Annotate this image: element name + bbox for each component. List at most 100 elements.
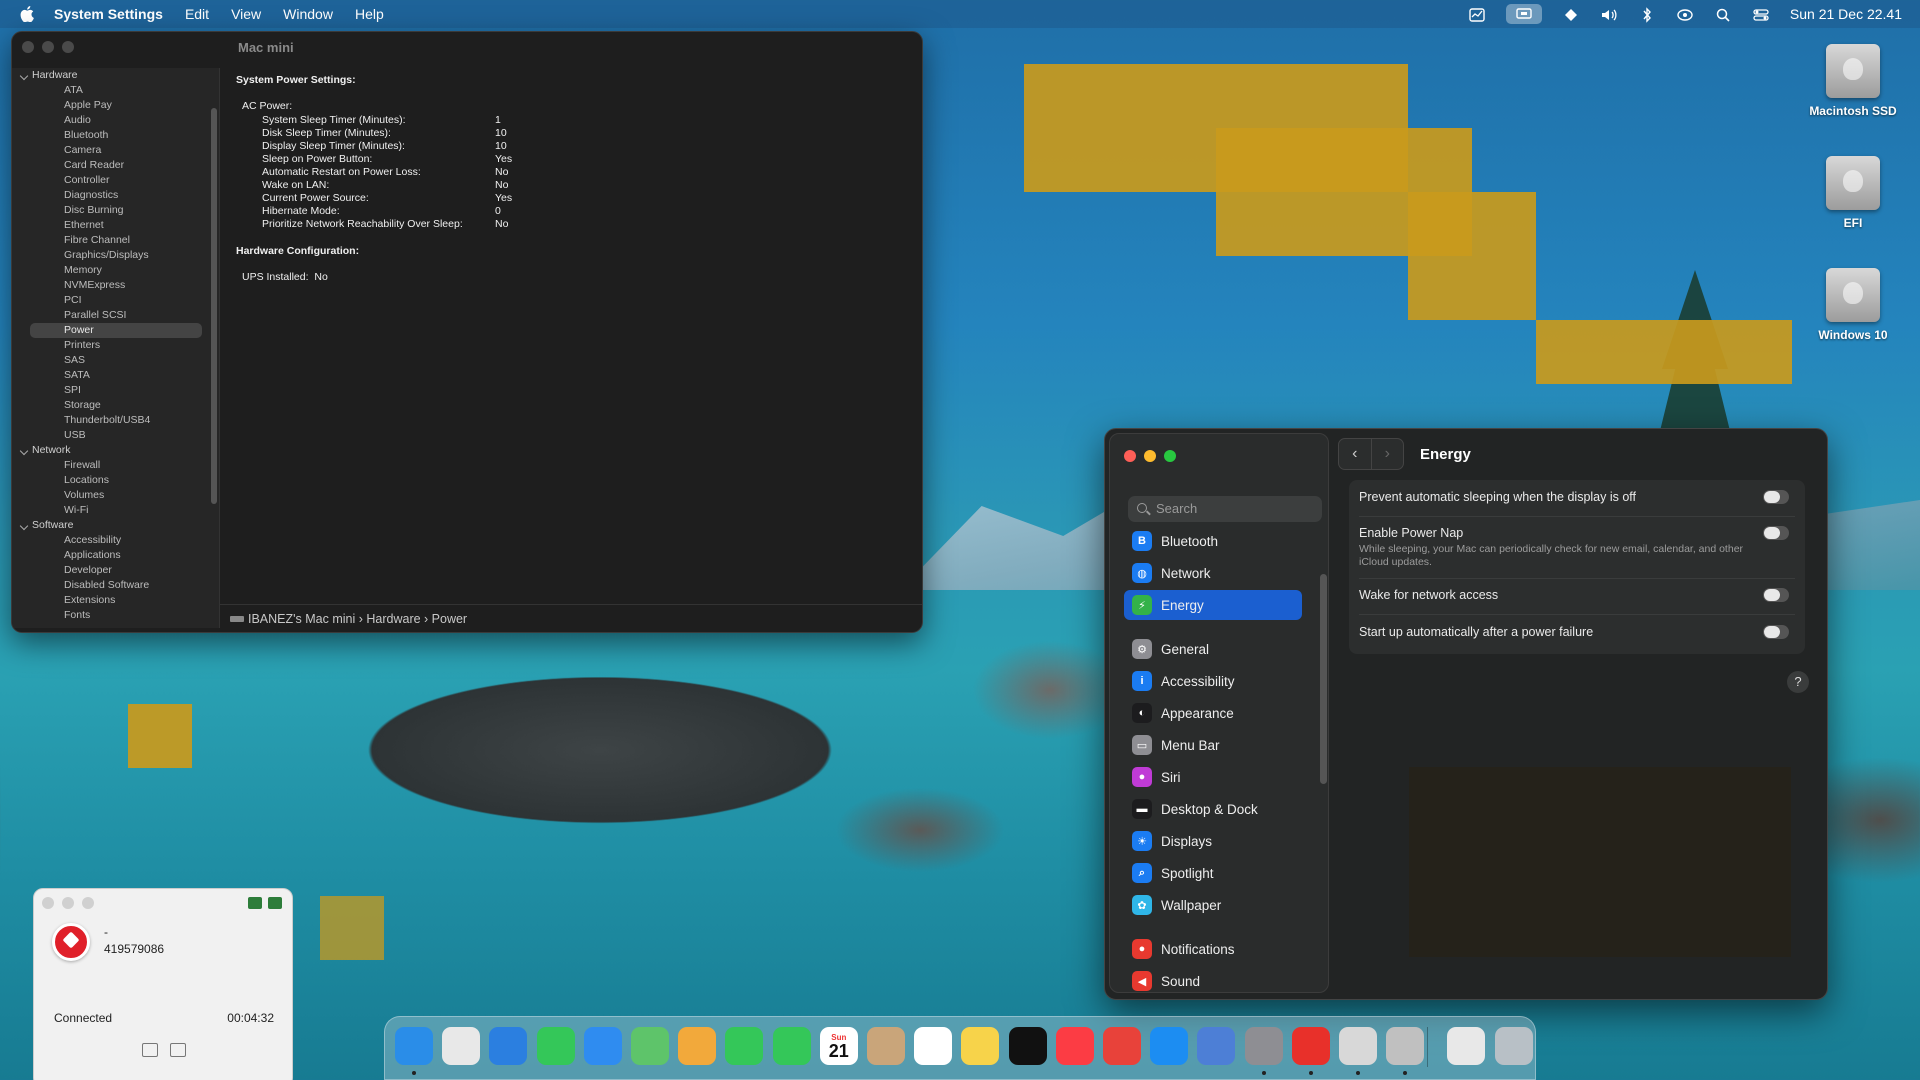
minimize-button[interactable] — [62, 897, 74, 909]
sidebar-item-accessibility[interactable]: i Accessibility — [1124, 666, 1302, 696]
menu-view[interactable]: View — [231, 6, 261, 22]
tree-item[interactable]: ATA — [12, 83, 212, 98]
tree-item[interactable]: PCI — [12, 293, 212, 308]
rocket-icon[interactable] — [1103, 1027, 1141, 1065]
tree-item[interactable]: Diagnostics — [12, 188, 212, 203]
tree-item[interactable]: Graphics/Displays — [12, 248, 212, 263]
messages-icon[interactable] — [536, 1027, 575, 1065]
script-editor-icon[interactable] — [1339, 1027, 1377, 1065]
tree-item[interactable]: Disc Burning — [12, 203, 212, 218]
activity-monitor-icon[interactable] — [1468, 7, 1486, 22]
mail-icon[interactable] — [583, 1027, 622, 1065]
desktop-disk-macintosh-ssd[interactable]: Macintosh SSD — [1793, 44, 1913, 118]
sidebar-item-notifications[interactable]: ● Notifications — [1124, 934, 1302, 964]
sidebar-item-energy[interactable]: ⚡ Energy — [1124, 590, 1302, 620]
document-icon[interactable] — [1447, 1027, 1486, 1065]
system-settings-icon[interactable] — [1244, 1027, 1283, 1065]
tree-item[interactable]: Disabled Software — [12, 578, 212, 593]
tree-item[interactable]: SATA — [12, 368, 212, 383]
phone-icon[interactable] — [772, 1027, 811, 1065]
sidebar-item-siri[interactable]: ● Siri — [1124, 762, 1302, 792]
tree-item[interactable]: Card Reader — [12, 158, 212, 173]
control-center-icon[interactable] — [1752, 7, 1770, 21]
tree-item[interactable]: Developer — [12, 563, 212, 578]
menu-help[interactable]: Help — [355, 6, 384, 22]
sidebar-item-displays[interactable]: ☀ Displays — [1124, 826, 1302, 856]
message-icon[interactable] — [170, 1043, 186, 1057]
help-button[interactable]: ? — [1787, 671, 1809, 693]
path-text[interactable]: IBANEZ's Mac mini › Hardware › Power — [248, 612, 467, 626]
apple-menu-icon[interactable] — [20, 6, 34, 22]
calendar-icon[interactable]: Sun 21 — [819, 1027, 858, 1065]
tree-item[interactable]: Apple Pay — [12, 98, 212, 113]
sidebar-scrollbar[interactable] — [1320, 574, 1327, 784]
tree-item[interactable]: Ethernet — [12, 218, 212, 233]
sidebar-item-spotlight[interactable]: ⌕ Spotlight — [1124, 858, 1302, 888]
tree-item[interactable]: Firewall — [12, 458, 212, 473]
minimize-button[interactable] — [1144, 450, 1156, 462]
tree-item[interactable]: Fonts — [12, 608, 212, 623]
anydesk-status-icon[interactable] — [1562, 7, 1580, 21]
minimize-button[interactable] — [42, 41, 54, 53]
tv-icon[interactable] — [1008, 1027, 1047, 1065]
tree-item[interactable]: Thunderbolt/USB4 — [12, 413, 212, 428]
bluetooth-icon[interactable] — [1638, 7, 1656, 23]
tree-item[interactable]: Volumes — [12, 488, 212, 503]
prevent-sleep-toggle[interactable] — [1763, 490, 1789, 504]
sidebar-item-menu-bar[interactable]: ▭ Menu Bar — [1124, 730, 1302, 760]
zoom-button[interactable] — [82, 897, 94, 909]
sidebar-item-desktop-dock[interactable]: ▬ Desktop & Dock — [1124, 794, 1302, 824]
tree-item[interactable]: Accessibility — [12, 533, 212, 548]
tree-item[interactable]: Printers — [12, 338, 212, 353]
menu-app-name[interactable]: System Settings — [54, 6, 163, 22]
airplay-icon[interactable] — [1676, 7, 1694, 21]
auto-start-toggle[interactable] — [1763, 625, 1789, 639]
spotlight-search-icon[interactable] — [1714, 7, 1732, 22]
tree-item[interactable]: Power — [30, 323, 202, 338]
sidebar-item-bluetooth[interactable]: B Bluetooth — [1124, 526, 1302, 556]
sidebar-item-sound[interactable]: ◀ Sound — [1124, 966, 1302, 996]
music-icon[interactable] — [1055, 1027, 1094, 1065]
launchpad-icon[interactable] — [442, 1027, 481, 1065]
menu-window[interactable]: Window — [283, 6, 333, 22]
finder-icon[interactable] — [395, 1027, 433, 1065]
wake-network-toggle[interactable] — [1763, 588, 1789, 602]
sidebar-item-general[interactable]: ⚙ General — [1124, 634, 1302, 664]
tree-item[interactable]: NVMExpress — [12, 278, 212, 293]
facetime-icon[interactable] — [725, 1027, 764, 1065]
system-information-icon[interactable] — [1386, 1027, 1425, 1065]
safari-icon[interactable] — [489, 1027, 528, 1065]
close-button[interactable] — [1124, 450, 1136, 462]
chat-icon[interactable] — [268, 897, 282, 909]
tree-item[interactable]: Parallel SCSI — [12, 308, 212, 323]
file-transfer-icon[interactable] — [142, 1043, 158, 1057]
tree-item[interactable]: Fibre Channel — [12, 233, 212, 248]
menubar-clock[interactable]: Sun 21 Dec 22.41 — [1790, 6, 1902, 22]
window-titlebar[interactable]: Mac mini — [12, 32, 922, 62]
anydesk-icon[interactable] — [1291, 1027, 1330, 1065]
photos-icon[interactable] — [678, 1027, 717, 1065]
tree-category[interactable]: Hardware — [12, 68, 212, 83]
volume-icon[interactable] — [1600, 7, 1618, 21]
back-chevron-icon[interactable]: ‹ — [1339, 439, 1371, 469]
screen-sharing-icon[interactable] — [1505, 4, 1542, 24]
close-button[interactable] — [22, 41, 34, 53]
menu-edit[interactable]: Edit — [185, 6, 209, 22]
tree-item[interactable]: SPI — [12, 383, 212, 398]
close-button[interactable] — [42, 897, 54, 909]
zoom-button[interactable] — [62, 41, 74, 53]
search-field[interactable]: Search — [1128, 496, 1322, 522]
tree-item[interactable]: Bluetooth — [12, 128, 212, 143]
reminders-icon[interactable] — [914, 1027, 953, 1065]
app-store-icon[interactable] — [1150, 1027, 1189, 1065]
tree-item[interactable]: Controller — [12, 173, 212, 188]
tree-category[interactable]: Software — [12, 518, 212, 533]
tree-category[interactable]: Network — [12, 443, 212, 458]
notes-icon[interactable] — [961, 1027, 1000, 1065]
tree-item[interactable]: Audio — [12, 113, 212, 128]
sidebar-item-appearance[interactable]: ◐ Appearance — [1124, 698, 1302, 728]
sidebar-scrollbar[interactable] — [211, 108, 217, 504]
tree-item[interactable]: Applications — [12, 548, 212, 563]
tree-item[interactable]: Locations — [12, 473, 212, 488]
zoom-button[interactable] — [1164, 450, 1176, 462]
